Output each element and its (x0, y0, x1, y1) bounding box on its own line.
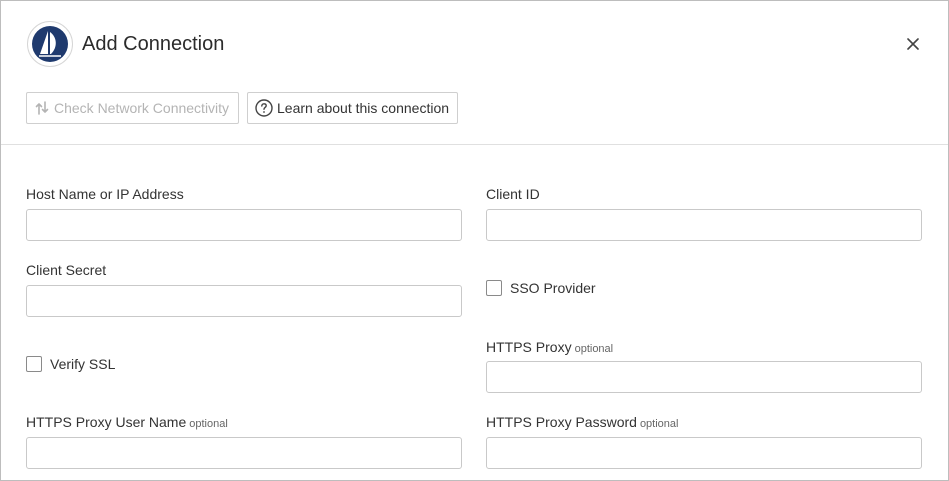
https-proxy-optional-tag: optional (574, 343, 614, 355)
close-button[interactable] (904, 35, 922, 53)
https-proxy-label: HTTPS Proxy optional (486, 339, 613, 358)
sso-provider-checkbox[interactable]: SSO Provider (486, 280, 596, 296)
close-icon (907, 38, 919, 50)
sso-provider-checkbox-box[interactable] (486, 280, 502, 296)
proxy-password-label-text: HTTPS Proxy Password (486, 414, 637, 430)
proxy-user-name-optional-tag: optional (189, 418, 228, 430)
sso-provider-label: SSO Provider (510, 280, 596, 296)
https-proxy-label-text: HTTPS Proxy (486, 339, 572, 355)
client-secret-label: Client Secret (26, 262, 107, 278)
learn-about-connection-button[interactable]: Learn about this connection (247, 92, 458, 124)
verify-ssl-checkbox-box[interactable] (26, 356, 42, 372)
header-divider (1, 144, 948, 145)
client-id-label: Client ID (486, 186, 540, 202)
add-connection-dialog: Add Connection Check Network Connectivit… (0, 0, 949, 481)
proxy-password-optional-tag: optional (639, 418, 679, 430)
host-name-label: Host Name or IP Address (26, 186, 184, 202)
proxy-user-name-label: HTTPS Proxy User Name optional (26, 414, 228, 433)
proxy-password-input[interactable] (486, 437, 922, 469)
network-check-icon (34, 100, 50, 116)
help-circle-icon (255, 99, 273, 117)
proxy-user-name-label-text: HTTPS Proxy User Name (26, 414, 187, 430)
proxy-password-label: HTTPS Proxy Password optional (486, 414, 678, 433)
proxy-user-name-input[interactable] (26, 437, 462, 469)
check-network-connectivity-label: Check Network Connectivity (54, 100, 230, 116)
client-secret-input[interactable] (26, 285, 462, 317)
learn-about-connection-label: Learn about this connection (277, 100, 450, 116)
check-network-connectivity-button[interactable]: Check Network Connectivity (26, 92, 239, 124)
sailboat-logo-icon (27, 21, 73, 67)
verify-ssl-label: Verify SSL (50, 356, 116, 372)
dialog-title: Add Connection (82, 33, 225, 55)
verify-ssl-checkbox[interactable]: Verify SSL (26, 356, 115, 372)
host-name-input[interactable] (26, 209, 462, 241)
client-id-input[interactable] (486, 209, 922, 241)
https-proxy-input[interactable] (486, 361, 922, 393)
